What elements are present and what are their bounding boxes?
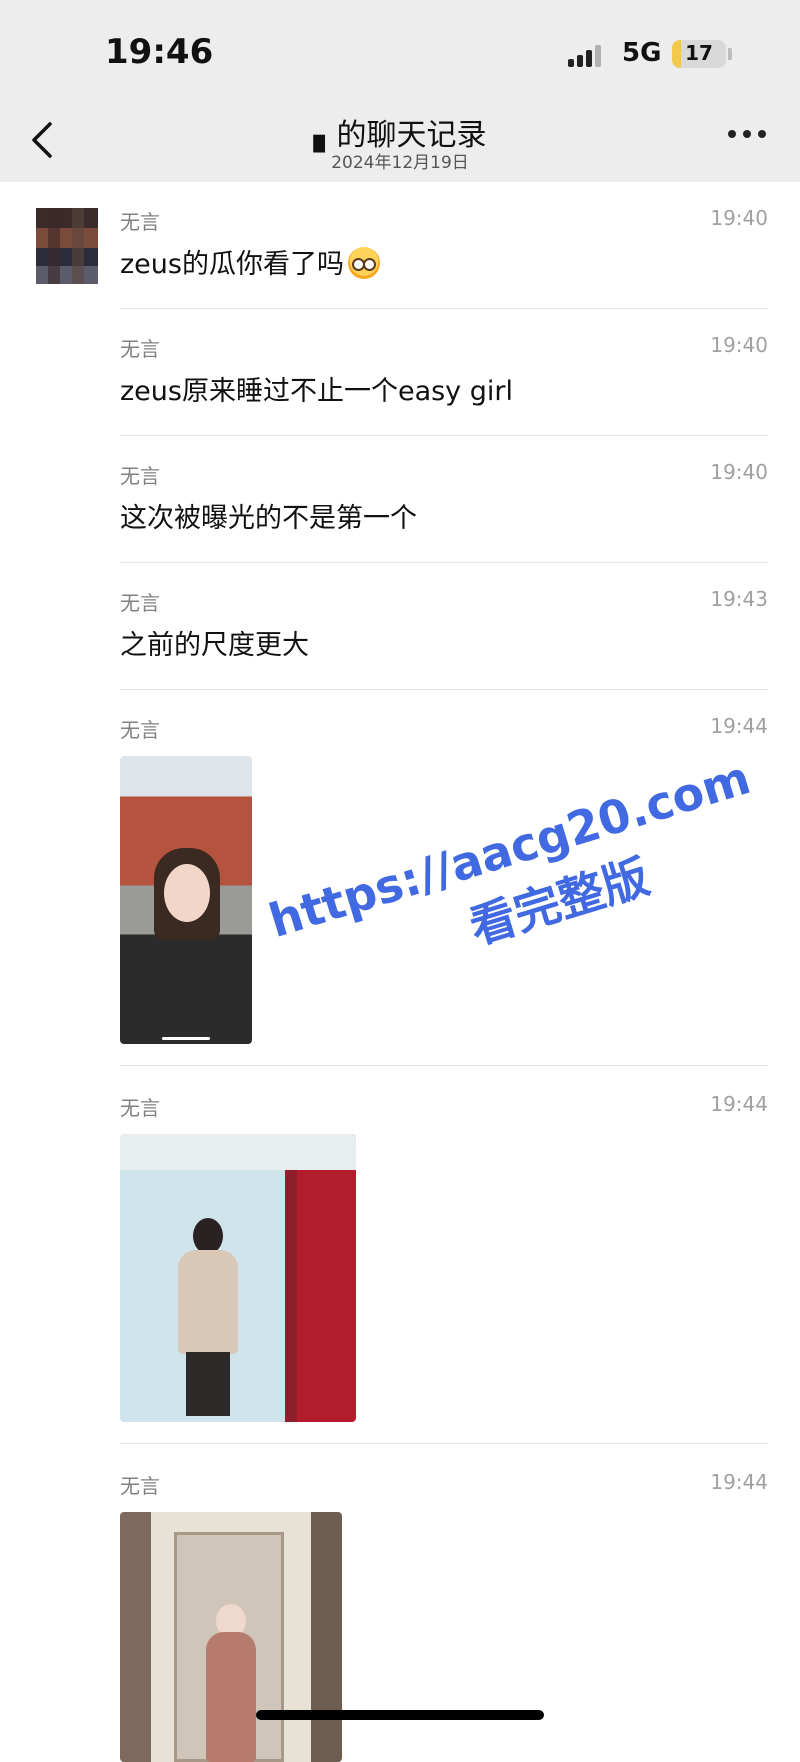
battery-tip [728,48,732,60]
status-time: 19:46 [105,32,214,72]
mirror-photo[interactable] [120,1134,356,1422]
home-indicator[interactable] [256,1710,544,1720]
list-item: 无言 19:40 这次被曝光的不是第一个 [120,460,768,564]
message-time: 19:44 [710,1470,768,1494]
message-text: zeus的瓜你看了吗 [120,242,380,281]
network-label: 5G [622,38,662,68]
message-time: 19:44 [710,1092,768,1116]
page-subtitle-date: 2024年12月19日 [331,153,469,173]
message-time: 19:40 [710,206,768,230]
divider [120,562,768,563]
top-bar: 19:46 5G 17 ▖的聊天记录 2024年12月19日 [0,0,800,182]
selfie-photo[interactable] [120,756,252,1044]
divider [120,1443,768,1444]
message-time: 19:40 [710,460,768,484]
list-item: 无言 19:40 zeus的瓜你看了吗 [120,206,768,310]
list-item: 无言 19:40 zeus原来睡过不止一个easy girl [120,333,768,437]
message-time: 19:43 [710,587,768,611]
divider [120,435,768,436]
message-text: 之前的尺度更大 [120,630,309,661]
sender-name: 无言 [120,464,160,488]
message-text: zeus原来睡过不止一个easy girl [120,376,513,407]
list-item: 无言 19:44 [120,1470,768,1762]
divider [120,1065,768,1066]
list-item: 无言 19:43 之前的尺度更大 [120,587,768,691]
signal-icon [568,43,608,67]
list-item: 无言 19:44 [120,1092,768,1446]
sender-name: 无言 [120,1474,160,1498]
sender-name: 无言 [120,718,160,742]
sender-name: 无言 [120,337,160,361]
battery-level: 17 [685,41,713,65]
more-button[interactable] [728,130,768,142]
dress-photo[interactable] [120,1512,342,1762]
battery-icon: 17 [672,40,726,68]
sender-name: 无言 [120,210,160,234]
face-with-monocle-icon [347,247,380,279]
divider [120,689,768,690]
avatar[interactable] [36,208,98,284]
message-text-content: zeus的瓜你看了吗 [120,249,344,280]
divider [120,308,768,309]
sender-name: 无言 [120,591,160,615]
message-time: 19:40 [710,333,768,357]
message-time: 19:44 [710,714,768,738]
message-text: 这次被曝光的不是第一个 [120,503,417,534]
sender-name: 无言 [120,1096,160,1120]
